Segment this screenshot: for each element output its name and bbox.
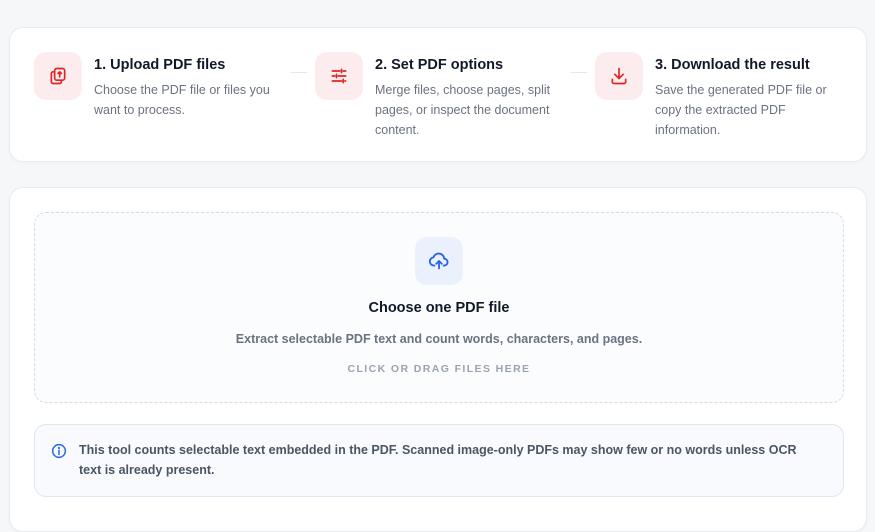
- step-title: 1. Upload PDF files: [94, 57, 226, 73]
- main-card: Choose one PDF file Extract selectable P…: [9, 187, 867, 532]
- dropzone-subtitle: Extract selectable PDF text and count wo…: [235, 332, 643, 346]
- download-icon: [595, 52, 643, 100]
- info-icon: [51, 443, 67, 459]
- step-description: Choose the PDF file or files you want to…: [94, 83, 270, 117]
- file-dropzone[interactable]: Choose one PDF file Extract selectable P…: [34, 212, 844, 403]
- sliders-icon: [315, 52, 363, 100]
- steps-card: 1. Upload PDF files Choose the PDF file …: [9, 27, 867, 162]
- copy-files-icon: [34, 52, 82, 100]
- step-title: 2. Set PDF options: [375, 57, 504, 73]
- step-description: Save the generated PDF file or copy the …: [655, 83, 827, 137]
- info-notice: This tool counts selectable text embedde…: [34, 424, 844, 497]
- step-connector: [571, 72, 587, 73]
- dropzone-title: Choose one PDF file: [368, 300, 510, 316]
- cloud-upload-icon: [415, 237, 463, 285]
- dropzone-hint: CLICK OR DRAG FILES HERE: [347, 363, 531, 375]
- step-description: Merge files, choose pages, split pages, …: [375, 83, 551, 137]
- step-title: 3. Download the result: [655, 57, 810, 73]
- info-notice-text: This tool counts selectable text embedde…: [79, 443, 797, 477]
- step-connector: [291, 72, 307, 73]
